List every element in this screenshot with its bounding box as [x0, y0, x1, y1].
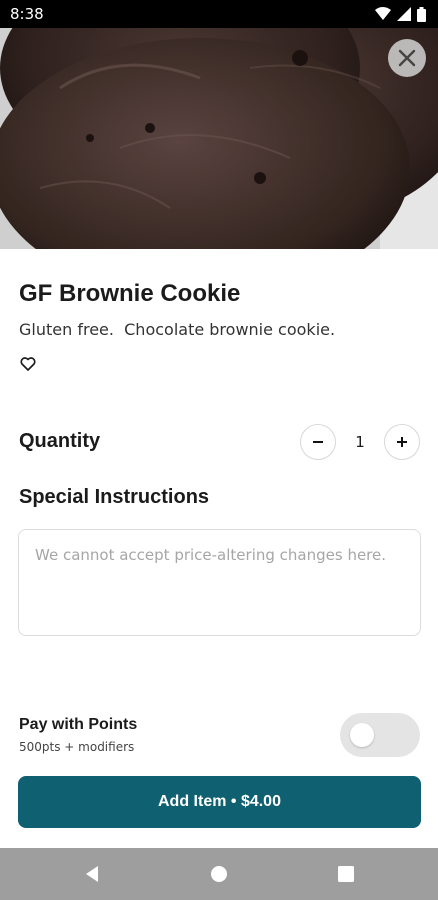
close-icon	[398, 49, 416, 67]
special-instructions-input[interactable]	[18, 529, 421, 636]
decrement-button[interactable]	[300, 424, 336, 460]
heart-outline-icon	[20, 357, 36, 371]
favorite-button[interactable]	[19, 355, 37, 373]
home-icon	[211, 866, 227, 882]
quantity-stepper: 1	[300, 424, 422, 460]
close-button[interactable]	[388, 39, 426, 77]
status-icons	[375, 6, 426, 22]
battery-icon	[417, 6, 426, 22]
minus-icon	[313, 441, 323, 443]
toggle-knob	[350, 723, 374, 747]
pay-with-points-label: Pay with Points	[19, 716, 138, 733]
nav-home-button[interactable]	[209, 864, 229, 884]
wifi-icon	[375, 7, 391, 20]
item-title: GF Brownie Cookie	[19, 280, 241, 307]
nav-recents-button[interactable]	[336, 864, 356, 884]
cookie-photo	[0, 28, 438, 249]
quantity-value: 1	[355, 433, 365, 451]
recents-icon	[338, 866, 354, 882]
pay-with-points-toggle[interactable]	[340, 713, 420, 757]
nav-back-button[interactable]	[82, 864, 102, 884]
item-description: Gluten free. Chocolate brownie cookie.	[19, 320, 336, 339]
status-bar: 8:38	[0, 0, 438, 28]
special-instructions-label: Special Instructions	[19, 486, 210, 508]
pay-with-points-sublabel: 500pts + modifiers	[19, 740, 135, 754]
increment-button[interactable]	[384, 424, 420, 460]
hero-image	[0, 28, 438, 249]
add-item-button[interactable]: Add Item • $4.00	[18, 776, 421, 828]
android-nav-bar	[0, 848, 438, 900]
status-time: 8:38	[10, 5, 44, 23]
plus-icon	[397, 437, 407, 447]
quantity-label: Quantity	[19, 430, 101, 452]
cellular-signal-icon	[397, 7, 411, 21]
back-icon	[86, 866, 98, 882]
